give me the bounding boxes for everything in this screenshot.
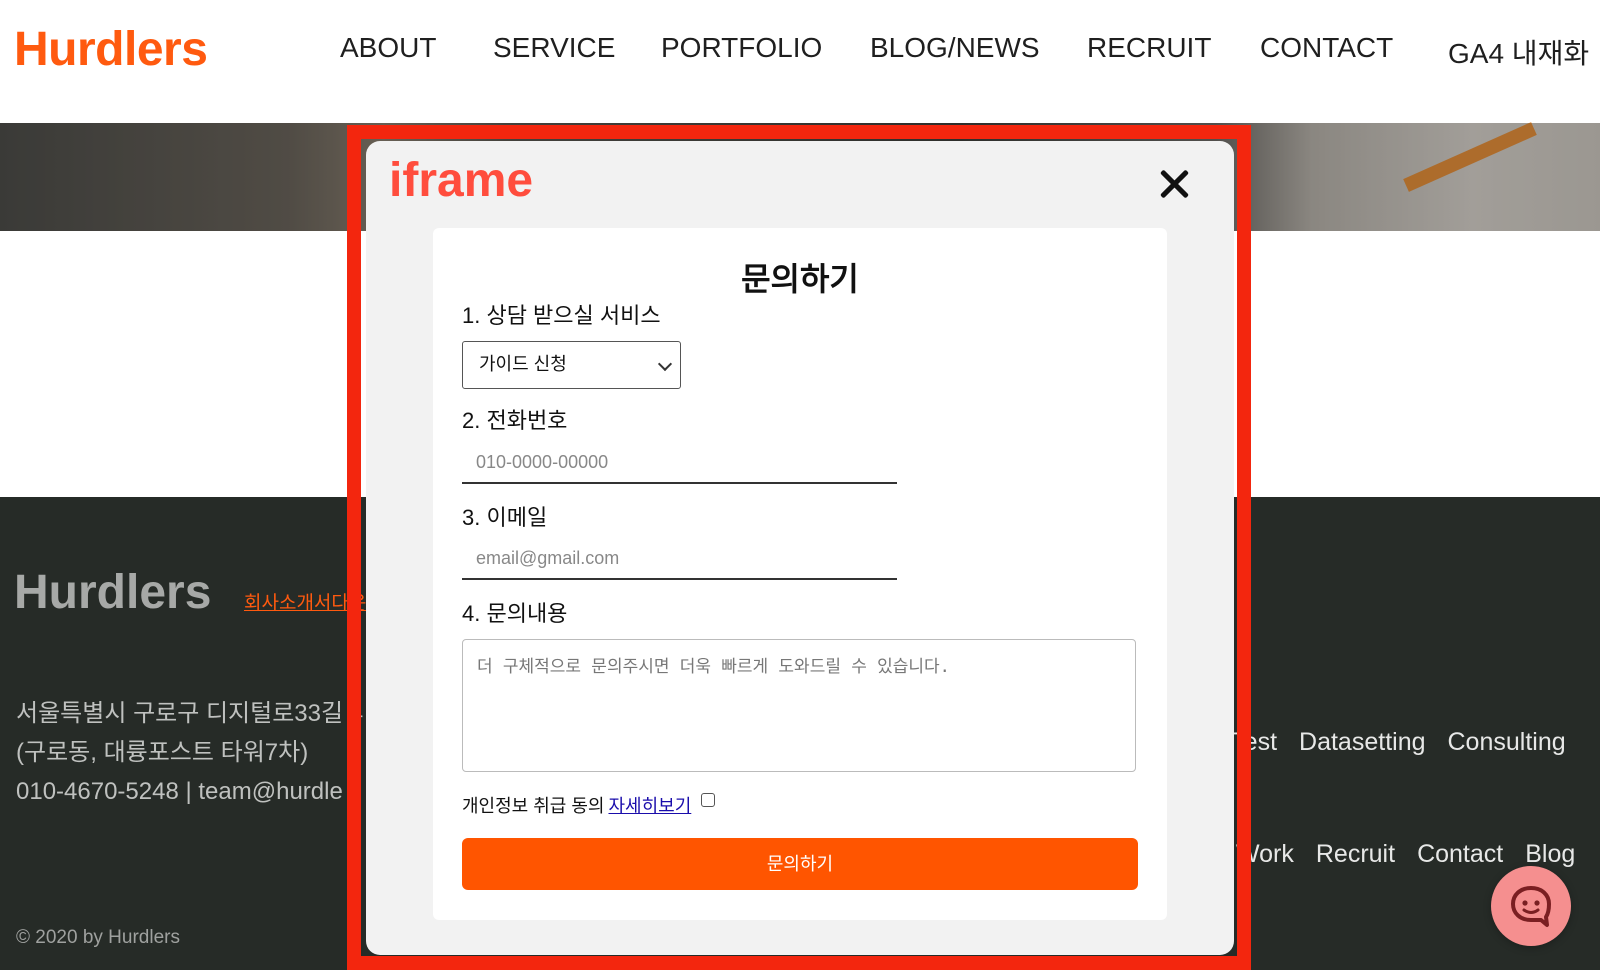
phone-label: 2. 전화번호	[462, 408, 568, 433]
chat-button[interactable]	[1491, 866, 1571, 946]
footer-link-contact[interactable]: Contact	[1417, 840, 1503, 868]
copyright: © 2020 by Hurdlers	[16, 927, 180, 948]
footer-logo: Hurdlers	[14, 566, 212, 619]
service-select[interactable]: 가이드 신청	[462, 341, 681, 389]
footer-link-datasetting[interactable]: Datasetting	[1299, 728, 1425, 756]
footer-service-links: B Test Datasetting Consulting	[1208, 728, 1588, 757]
form-heading: 문의하기	[741, 261, 859, 297]
modal-title: iframe	[389, 154, 534, 207]
consent-checkbox[interactable]	[701, 793, 715, 807]
privacy-consent: 개인정보 취급 동의 자세히보기	[462, 792, 691, 818]
nav-blog-news[interactable]: BLOG/NEWS	[870, 32, 1040, 64]
email-label: 3. 이메일	[462, 505, 548, 530]
nav-service[interactable]: SERVICE	[493, 32, 615, 64]
submit-button[interactable]: 문의하기	[462, 838, 1138, 890]
close-icon[interactable]	[1156, 166, 1192, 202]
address-line-1: 서울특별시 구로구 디지털로33길 4	[16, 700, 364, 727]
message-textarea[interactable]: 더 구체적으로 문의주시면 더욱 빠르게 도와드릴 수 있습니다.	[462, 639, 1136, 772]
footer-link-blog[interactable]: Blog	[1525, 840, 1575, 868]
service-label: 1. 상담 받으실 서비스	[462, 303, 661, 328]
site-logo[interactable]: Hurdlers	[14, 22, 208, 77]
email-input[interactable]: email@gmail.com	[462, 536, 897, 580]
consent-details-link[interactable]: 자세히보기	[608, 796, 691, 816]
footer-address: 서울특별시 구로구 디지털로33길 4 (구로동, 대륭포스트 타워7차) 01…	[16, 694, 363, 811]
message-label: 4. 문의내용	[462, 601, 568, 626]
footer-page-links: Work Recruit Contact Blog	[1236, 840, 1597, 869]
phone-input[interactable]: 010-0000-00000	[462, 440, 897, 484]
footer-link-recruit[interactable]: Recruit	[1316, 840, 1395, 868]
contact-line: 010-4670-5248 | team@hurdle	[16, 778, 343, 805]
nav-about[interactable]: ABOUT	[340, 32, 436, 64]
consent-text: 개인정보 취급 동의	[462, 796, 605, 816]
nav-portfolio[interactable]: PORTFOLIO	[661, 32, 822, 64]
nav-recruit[interactable]: RECRUIT	[1087, 32, 1211, 64]
chat-bubble-icon	[1511, 886, 1551, 927]
footer-link-consulting[interactable]: Consulting	[1448, 728, 1566, 756]
nav-ga4[interactable]: GA4 내재화	[1448, 32, 1589, 72]
address-line-2: (구로동, 대륭포스트 타워7차)	[16, 739, 309, 766]
nav-contact[interactable]: CONTACT	[1260, 32, 1393, 64]
site-header: Hurdlers ABOUT SERVICE PORTFOLIO BLOG/NE…	[0, 0, 1600, 123]
